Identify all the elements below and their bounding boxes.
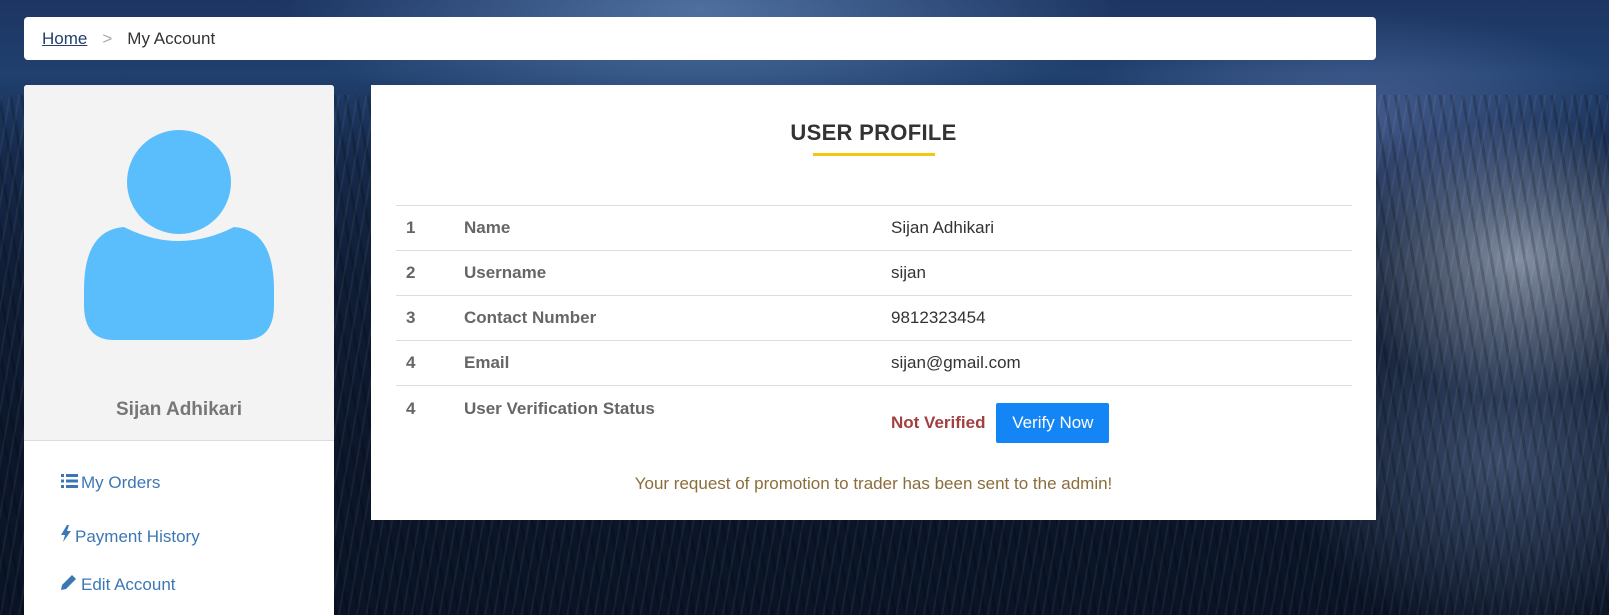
sidebar-item-label: Edit Account <box>81 575 176 594</box>
table-row: 3 Contact Number 9812323454 <box>396 295 1352 341</box>
sidebar-item-my-orders[interactable]: My Orders <box>61 473 160 493</box>
field-label: Name <box>464 218 511 237</box>
profile-name: Sijan Adhikari <box>116 399 242 420</box>
breadcrumb: Home > My Account <box>24 17 1376 60</box>
sidebar-item-label: My Orders <box>81 473 161 492</box>
bolt-icon <box>61 525 75 547</box>
field-value: 9812323454 <box>891 308 986 327</box>
pencil-icon <box>61 575 81 595</box>
row-number: 4 <box>406 399 416 418</box>
field-value: sijan <box>891 263 926 282</box>
table-row: 1 Name Sijan Adhikari <box>396 205 1352 251</box>
row-number: 4 <box>406 353 416 372</box>
list-icon <box>61 474 81 493</box>
user-profile-panel: USER PROFILE 1 Name Sijan Adhikari 2 Use… <box>371 85 1376 520</box>
row-number: 2 <box>406 263 416 282</box>
field-label: Username <box>464 263 547 282</box>
title-underline <box>813 153 935 156</box>
verify-now-button[interactable]: Verify Now <box>996 402 1110 443</box>
field-label: User Verification Status <box>464 399 655 418</box>
field-value: sijan@gmail.com <box>891 353 1021 372</box>
sidebar-item-edit-account[interactable]: Edit Account <box>61 575 176 595</box>
field-value: Sijan Adhikari <box>891 218 995 237</box>
table-row: 2 Username sijan <box>396 250 1352 296</box>
promotion-message: Your request of promotion to trader has … <box>634 474 1113 493</box>
verification-status-cell: Not Verified Verify Now <box>881 386 1352 460</box>
breadcrumb-home-link[interactable]: Home <box>42 29 87 49</box>
sidebar-item-label: Payment History <box>75 527 200 546</box>
sidebar-item-payment-history[interactable]: Payment History <box>61 525 200 547</box>
field-label: Email <box>464 353 510 372</box>
field-label: Contact Number <box>464 308 597 327</box>
breadcrumb-separator: > <box>102 28 113 48</box>
sidebar: Sijan Adhikari My Orders Payment History… <box>24 85 334 615</box>
profile-card: Sijan Adhikari <box>24 85 334 441</box>
profile-table: 1 Name Sijan Adhikari 2 Username sijan 3… <box>396 205 1352 459</box>
table-row: 4 Email sijan@gmail.com <box>396 340 1352 386</box>
row-number: 1 <box>406 218 416 237</box>
table-row: 4 User Verification Status Not Verified … <box>396 385 1352 460</box>
user-avatar-icon <box>84 130 274 340</box>
page-title: USER PROFILE <box>790 120 957 145</box>
breadcrumb-current: My Account <box>127 28 216 48</box>
row-number: 3 <box>406 308 416 327</box>
status-badge: Not Verified <box>891 412 986 432</box>
